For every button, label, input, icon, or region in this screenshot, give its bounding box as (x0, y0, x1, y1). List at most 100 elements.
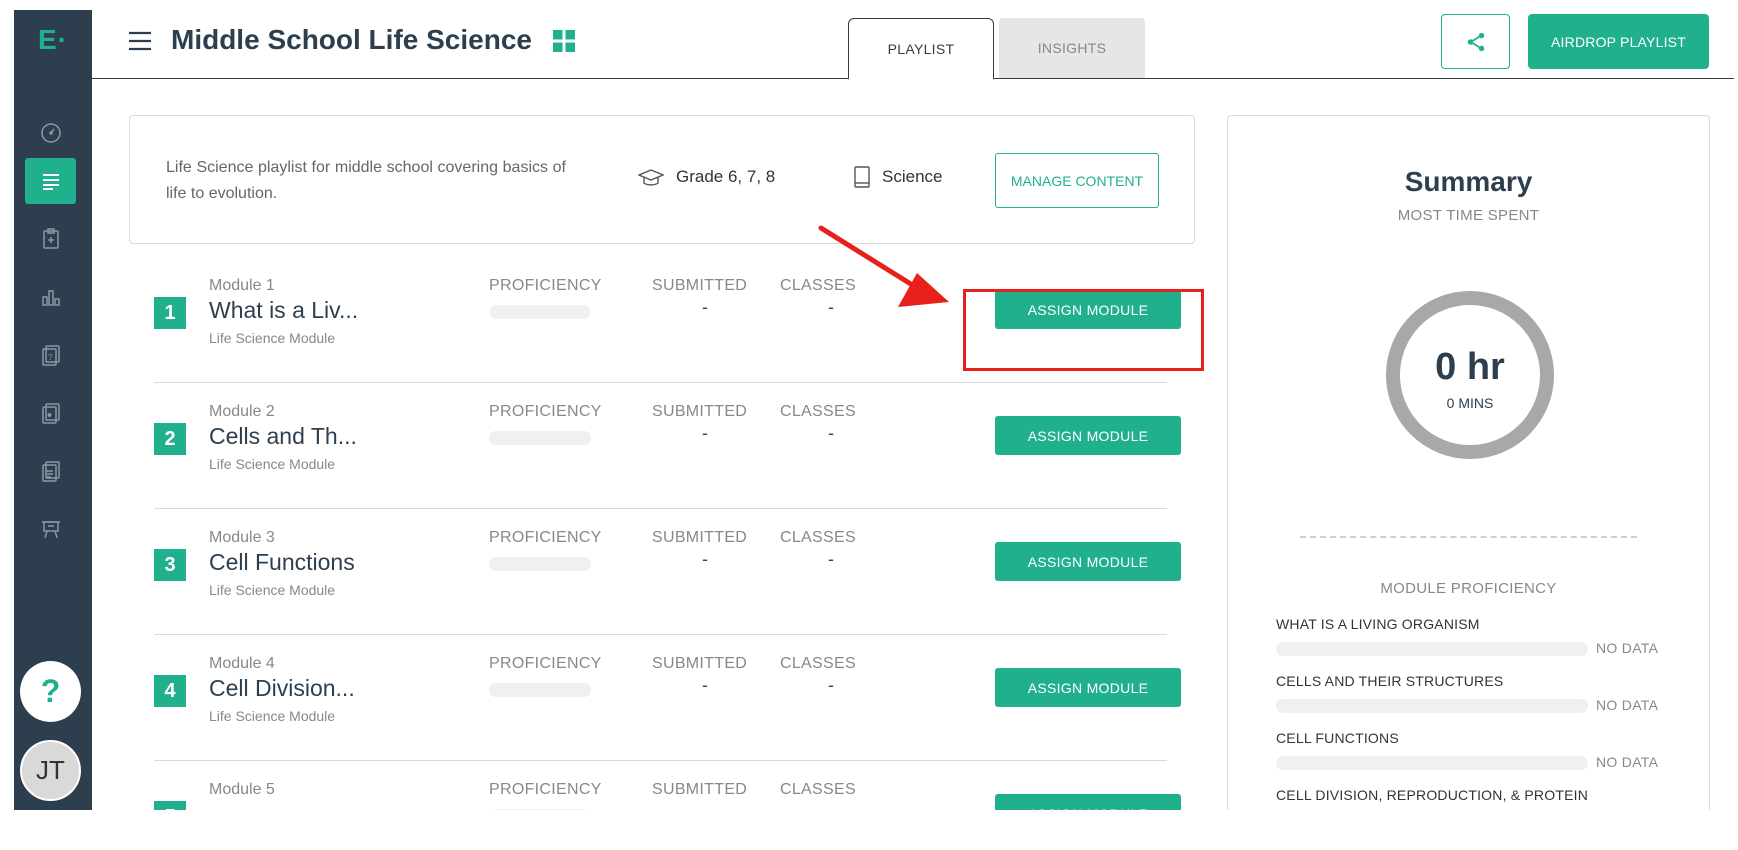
proficiency-item: CELL DIVISION, REPRODUCTION, & PROTEIN (1276, 787, 1696, 803)
proficiency-item-status: NO DATA (1596, 697, 1659, 713)
proficiency-item: CELL FUNCTIONS NO DATA (1276, 730, 1696, 770)
grid-view-icon[interactable] (553, 30, 575, 52)
page-title: Middle School Life Science (171, 24, 532, 55)
module-number: 5 (154, 801, 186, 810)
submitted-header: SUBMITTED (652, 781, 748, 798)
classes-value: - (828, 675, 834, 695)
module-row[interactable]: 2 Module 2 Cells and Th... Life Science Mod… (154, 383, 1181, 509)
submitted-value: - (702, 297, 708, 317)
module-row[interactable]: 3 Module 3 Cell Functions Life Science Modu… (154, 509, 1181, 635)
playlist-info-card: Life Science playlist for middle school … (129, 115, 1195, 244)
annotation-highlight-box (963, 289, 1204, 371)
playlist-description: Life Science playlist for middle school … (166, 159, 566, 202)
assign-module-button[interactable]: ASSIGN MODULE (995, 794, 1181, 810)
subject: Science (882, 167, 943, 186)
classes-value: - (828, 423, 834, 443)
module-label: Module 5 (209, 781, 275, 798)
classes-header: CLASSES (780, 277, 856, 294)
classes-header: CLASSES (780, 403, 856, 420)
module-label: Module 4 (209, 655, 275, 672)
module-subtitle: Life Science Module (209, 582, 336, 598)
app-window: E· ? ? JT Middle School Life Science PLA… (14, 10, 1734, 810)
module-subtitle: Life Science Module (209, 708, 336, 724)
assign-module-button[interactable]: ASSIGN MODULE (995, 542, 1181, 581)
dashboard-icon[interactable] (25, 110, 76, 156)
module-label: Module 3 (209, 529, 275, 546)
module-subtitle: Life Science Module (209, 330, 336, 346)
app-logo[interactable]: E· (14, 24, 92, 56)
sidebar: E· ? ? JT (14, 10, 92, 810)
classes-value: - (828, 297, 834, 317)
submitted-header: SUBMITTED (652, 655, 748, 672)
proficiency-header: PROFICIENCY (489, 529, 602, 546)
summary-panel: Summary MOST TIME SPENT 0 hr 0 MINS MODU… (1227, 115, 1710, 810)
tab-insights[interactable]: INSIGHTS (999, 18, 1145, 78)
classes-header: CLASSES (780, 529, 856, 546)
submitted-value: - (702, 549, 708, 569)
proficiency-item-status: NO DATA (1596, 640, 1659, 656)
module-title[interactable]: What is a Liv... (209, 297, 358, 324)
graduation-cap-icon (638, 169, 664, 186)
module-number: 2 (154, 423, 186, 455)
hamburger-menu-icon[interactable] (128, 30, 152, 52)
book-icon (854, 166, 870, 188)
assign-module-button[interactable]: ASSIGN MODULE (995, 668, 1181, 707)
grade-level: Grade 6, 7, 8 (676, 167, 776, 186)
header: Middle School Life Science PLAYLIST INSI… (92, 10, 1734, 80)
proficiency-bar (489, 431, 591, 445)
module-label: Module 2 (209, 403, 275, 420)
assign-module-button[interactable]: ASSIGN MODULE (995, 416, 1181, 455)
proficiency-item-label: CELL DIVISION, REPRODUCTION, & PROTEIN (1276, 787, 1589, 803)
share-icon (1467, 32, 1484, 51)
module-title[interactable]: Cell Functions (209, 549, 355, 576)
proficiency-item-label: WHAT IS A LIVING ORGANISM (1276, 616, 1480, 632)
summary-divider (1300, 536, 1637, 538)
classes-value: - (828, 549, 834, 569)
presentation-icon[interactable] (25, 506, 76, 552)
submitted-value: - (702, 423, 708, 443)
module-proficiency-title: MODULE PROFICIENCY (1380, 580, 1557, 597)
classes-header: CLASSES (780, 781, 856, 798)
module-number: 4 (154, 675, 186, 707)
proficiency-item-bar (1276, 642, 1588, 656)
classes-header: CLASSES (780, 655, 856, 672)
documents-icon[interactable] (25, 448, 76, 494)
proficiency-header: PROFICIENCY (489, 277, 602, 294)
flashcards-icon[interactable] (25, 390, 76, 436)
proficiency-item-label: CELLS AND THEIR STRUCTURES (1276, 673, 1504, 689)
airdrop-playlist-button[interactable]: AIRDROP PLAYLIST (1528, 14, 1709, 69)
module-title[interactable]: Cell Division... (209, 675, 355, 702)
proficiency-bar (489, 305, 591, 319)
proficiency-header: PROFICIENCY (489, 403, 602, 420)
manage-content-button[interactable]: MANAGE CONTENT (995, 153, 1159, 208)
svg-text:?: ? (48, 353, 53, 362)
bar-chart-icon[interactable] (25, 274, 76, 320)
proficiency-bar (489, 683, 591, 697)
proficiency-item-status: NO DATA (1596, 754, 1659, 770)
module-row[interactable]: 5 Module 5 PROFICIENCY SUBMITTED CLASSES ASSI… (154, 761, 1181, 810)
module-row[interactable]: 4 Module 4 Cell Division... Life Science Mo… (154, 635, 1181, 761)
module-number: 1 (154, 297, 186, 329)
proficiency-item-bar (1276, 699, 1588, 713)
module-title[interactable]: Cells and Th... (209, 423, 357, 450)
module-subtitle: Life Science Module (209, 456, 336, 472)
clipboard-add-icon[interactable] (25, 216, 76, 262)
submitted-value: - (702, 675, 708, 695)
share-button[interactable] (1441, 14, 1510, 69)
help-button[interactable]: ? (20, 661, 81, 722)
submitted-header: SUBMITTED (652, 529, 748, 546)
tab-playlist[interactable]: PLAYLIST (848, 18, 994, 80)
proficiency-item: CELLS AND THEIR STRUCTURES NO DATA (1276, 673, 1696, 713)
submitted-header: SUBMITTED (652, 403, 748, 420)
proficiency-bar (489, 809, 591, 810)
proficiency-header: PROFICIENCY (489, 655, 602, 672)
proficiency-bar (489, 557, 591, 571)
submitted-header: SUBMITTED (652, 277, 748, 294)
proficiency-item-label: CELL FUNCTIONS (1276, 730, 1399, 746)
summary-title: Summary (1404, 166, 1533, 197)
quiz-cards-icon[interactable]: ? (25, 332, 76, 378)
proficiency-item: WHAT IS A LIVING ORGANISM NO DATA (1276, 616, 1696, 656)
playlist-nav-icon[interactable] (25, 158, 76, 204)
avatar[interactable]: JT (20, 740, 81, 801)
time-mins: 0 MINS (1446, 395, 1494, 411)
